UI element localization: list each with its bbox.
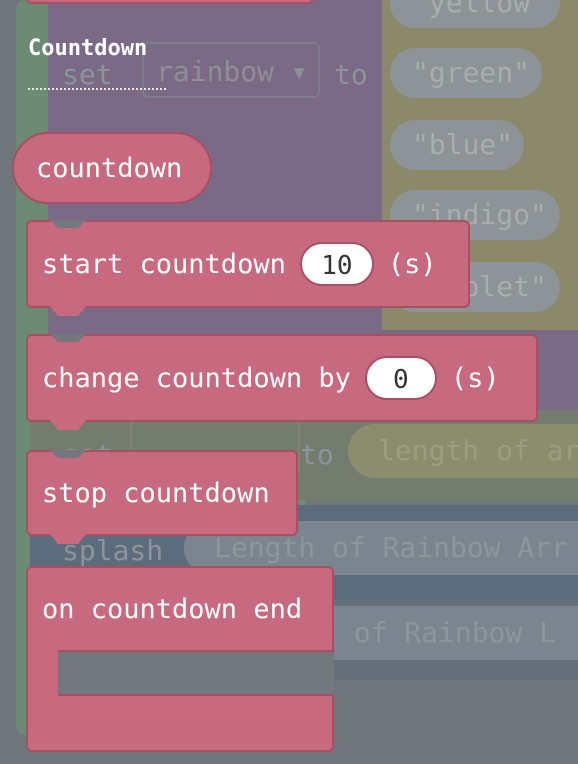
block-notch [50, 450, 86, 458]
on-countdown-end-label: on countdown end [42, 593, 303, 625]
ghost-variable-dropdown: rainbow ▾ [142, 42, 320, 98]
start-countdown-unit: (s) [387, 248, 437, 280]
on-countdown-end-block[interactable]: on countdown end [26, 566, 334, 752]
ghost-pill-yellow: "yellow" [390, 0, 560, 28]
ghost-to-label-2: to [300, 438, 334, 471]
ghost-variable-name: rainbow [156, 55, 275, 88]
countdown-reporter-block[interactable]: countdown [12, 132, 212, 204]
on-countdown-end-slot [58, 650, 334, 696]
block-notch [50, 334, 86, 342]
block-notch [50, 220, 86, 228]
on-countdown-end-header: on countdown end [26, 566, 334, 650]
category-title: Countdown [28, 36, 148, 61]
change-countdown-unit: (s) [450, 362, 500, 394]
start-countdown-seconds-input[interactable]: 10 [299, 242, 374, 286]
countdown-reporter-label: countdown [36, 152, 183, 184]
previous-block-partial[interactable] [26, 0, 314, 4]
ghost-pill-green: "green" [390, 48, 542, 98]
stop-countdown-block[interactable]: stop countdown [26, 450, 298, 544]
start-countdown-label: start countdown [42, 248, 286, 280]
on-countdown-end-arm [26, 650, 58, 700]
blocks-editor: "yellow" "green" "blue" "indigo" "violet… [0, 0, 578, 764]
category-title-underline [28, 88, 166, 90]
change-countdown-block[interactable]: change countdown by 0 (s) [26, 334, 538, 430]
ghost-to-label: to [334, 58, 368, 91]
stop-countdown-label: stop countdown [42, 477, 270, 509]
start-countdown-block[interactable]: start countdown 10 (s) [26, 220, 470, 316]
ghost-pill-blue: "blue" [390, 120, 524, 170]
ghost-set-label: set [62, 58, 113, 91]
on-countdown-end-footer [26, 696, 334, 752]
change-countdown-label: change countdown by [42, 362, 351, 394]
ghost-length-of-array: length of ar [348, 424, 578, 478]
change-countdown-seconds-input[interactable]: 0 [364, 356, 437, 400]
